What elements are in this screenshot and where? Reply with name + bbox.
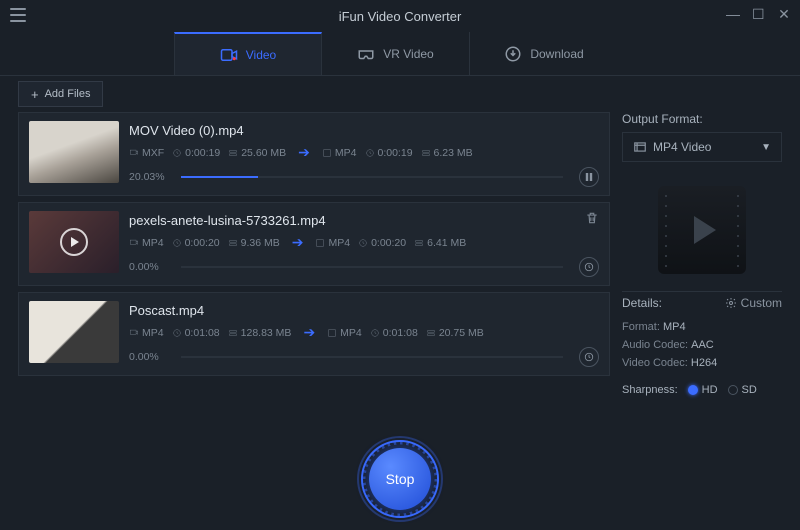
src-format: MP4 — [129, 237, 164, 249]
progress-bar — [181, 356, 563, 358]
tab-label: Video — [246, 48, 276, 62]
clock-icon — [584, 262, 594, 272]
tab-vr-video[interactable]: VR Video — [322, 32, 470, 75]
file-name: Poscast.mp4 — [129, 303, 599, 318]
maximize-button[interactable]: ☐ — [752, 8, 764, 20]
tab-download[interactable]: Download — [470, 32, 618, 75]
sharpness-sd-radio[interactable]: SD — [728, 384, 757, 396]
arrow-icon: ➔ — [292, 234, 304, 251]
file-name: pexels-anete-lusina-5733261.mp4 — [129, 213, 599, 228]
file-list: MOV Video (0).mp4 MXF 0:00:19 25.60 MB ➔… — [18, 112, 610, 396]
pause-button[interactable] — [579, 167, 599, 187]
plus-icon: + — [31, 87, 39, 102]
chevron-down-icon: ▼ — [761, 142, 771, 153]
preview-panel — [622, 172, 782, 287]
file-row[interactable]: pexels-anete-lusina-5733261.mp4 MP4 0:00… — [18, 202, 610, 286]
src-duration: 0:01:08 — [172, 327, 220, 339]
progress-percent: 0.00% — [129, 351, 171, 363]
src-duration: 0:00:19 — [172, 147, 220, 159]
menu-icon[interactable] — [10, 8, 26, 22]
progress-bar — [181, 266, 563, 268]
format-icon — [633, 140, 647, 154]
download-icon — [504, 45, 522, 63]
dst-size: 6.41 MB — [414, 237, 466, 249]
vr-icon — [357, 45, 375, 63]
dst-duration: 0:01:08 — [370, 327, 418, 339]
dst-duration: 0:00:19 — [365, 147, 413, 159]
minimize-button[interactable]: — — [726, 8, 738, 20]
src-size: 128.83 MB — [228, 327, 292, 339]
src-format: MP4 — [129, 327, 164, 339]
progress-bar — [181, 176, 563, 178]
file-name: MOV Video (0).mp4 — [129, 123, 599, 138]
close-button[interactable]: ✕ — [778, 8, 790, 20]
sharpness-label: Sharpness: — [622, 384, 678, 396]
progress-percent: 0.00% — [129, 261, 171, 273]
stop-button[interactable]: Stop — [357, 436, 443, 522]
video-icon — [220, 46, 238, 64]
arrow-icon: ➔ — [303, 324, 315, 341]
sharpness-hd-radio[interactable]: HD — [688, 384, 718, 396]
trash-icon — [585, 211, 599, 225]
file-row[interactable]: MOV Video (0).mp4 MXF 0:00:19 25.60 MB ➔… — [18, 112, 610, 196]
dst-format: MP4 — [327, 327, 362, 339]
dst-duration: 0:00:20 — [358, 237, 406, 249]
thumbnail[interactable] — [29, 121, 119, 183]
delete-button[interactable] — [585, 211, 599, 225]
custom-button[interactable]: Custom — [725, 296, 782, 310]
waiting-indicator[interactable] — [579, 257, 599, 277]
thumbnail[interactable] — [29, 301, 119, 363]
src-size: 25.60 MB — [228, 147, 286, 159]
add-files-button[interactable]: + Add Files — [18, 81, 103, 107]
waiting-indicator[interactable] — [579, 347, 599, 367]
detail-video-codec: Video Codec: H264 — [622, 354, 782, 372]
app-title: iFun Video Converter — [339, 9, 462, 24]
thumbnail[interactable] — [29, 211, 119, 273]
film-placeholder-icon — [658, 186, 746, 274]
detail-audio-codec: Audio Codec: AAC — [622, 336, 782, 354]
play-overlay-icon — [29, 211, 119, 273]
stop-button-label: Stop — [386, 471, 415, 487]
add-files-label: Add Files — [45, 88, 91, 100]
pause-icon — [585, 173, 593, 181]
gear-icon — [725, 297, 737, 309]
dst-size: 20.75 MB — [426, 327, 484, 339]
arrow-icon: ➔ — [298, 144, 310, 161]
tab-video[interactable]: Video — [174, 32, 322, 75]
dst-format: MP4 — [322, 147, 357, 159]
tab-label: VR Video — [383, 47, 433, 61]
output-format-label: Output Format: — [622, 112, 782, 126]
tab-label: Download — [530, 47, 583, 61]
dst-format: MP4 — [315, 237, 350, 249]
src-size: 9.36 MB — [228, 237, 280, 249]
progress-percent: 20.03% — [129, 171, 171, 183]
src-duration: 0:00:20 — [172, 237, 220, 249]
output-format-dropdown[interactable]: MP4 Video ▼ — [622, 132, 782, 162]
clock-icon — [584, 352, 594, 362]
details-label: Details: — [622, 296, 662, 310]
file-row[interactable]: Poscast.mp4 MP4 0:01:08 128.83 MB ➔ MP4 … — [18, 292, 610, 376]
output-format-value: MP4 Video — [653, 140, 711, 154]
detail-format: Format: MP4 — [622, 318, 782, 336]
src-format: MXF — [129, 147, 164, 159]
dst-size: 6.23 MB — [421, 147, 473, 159]
